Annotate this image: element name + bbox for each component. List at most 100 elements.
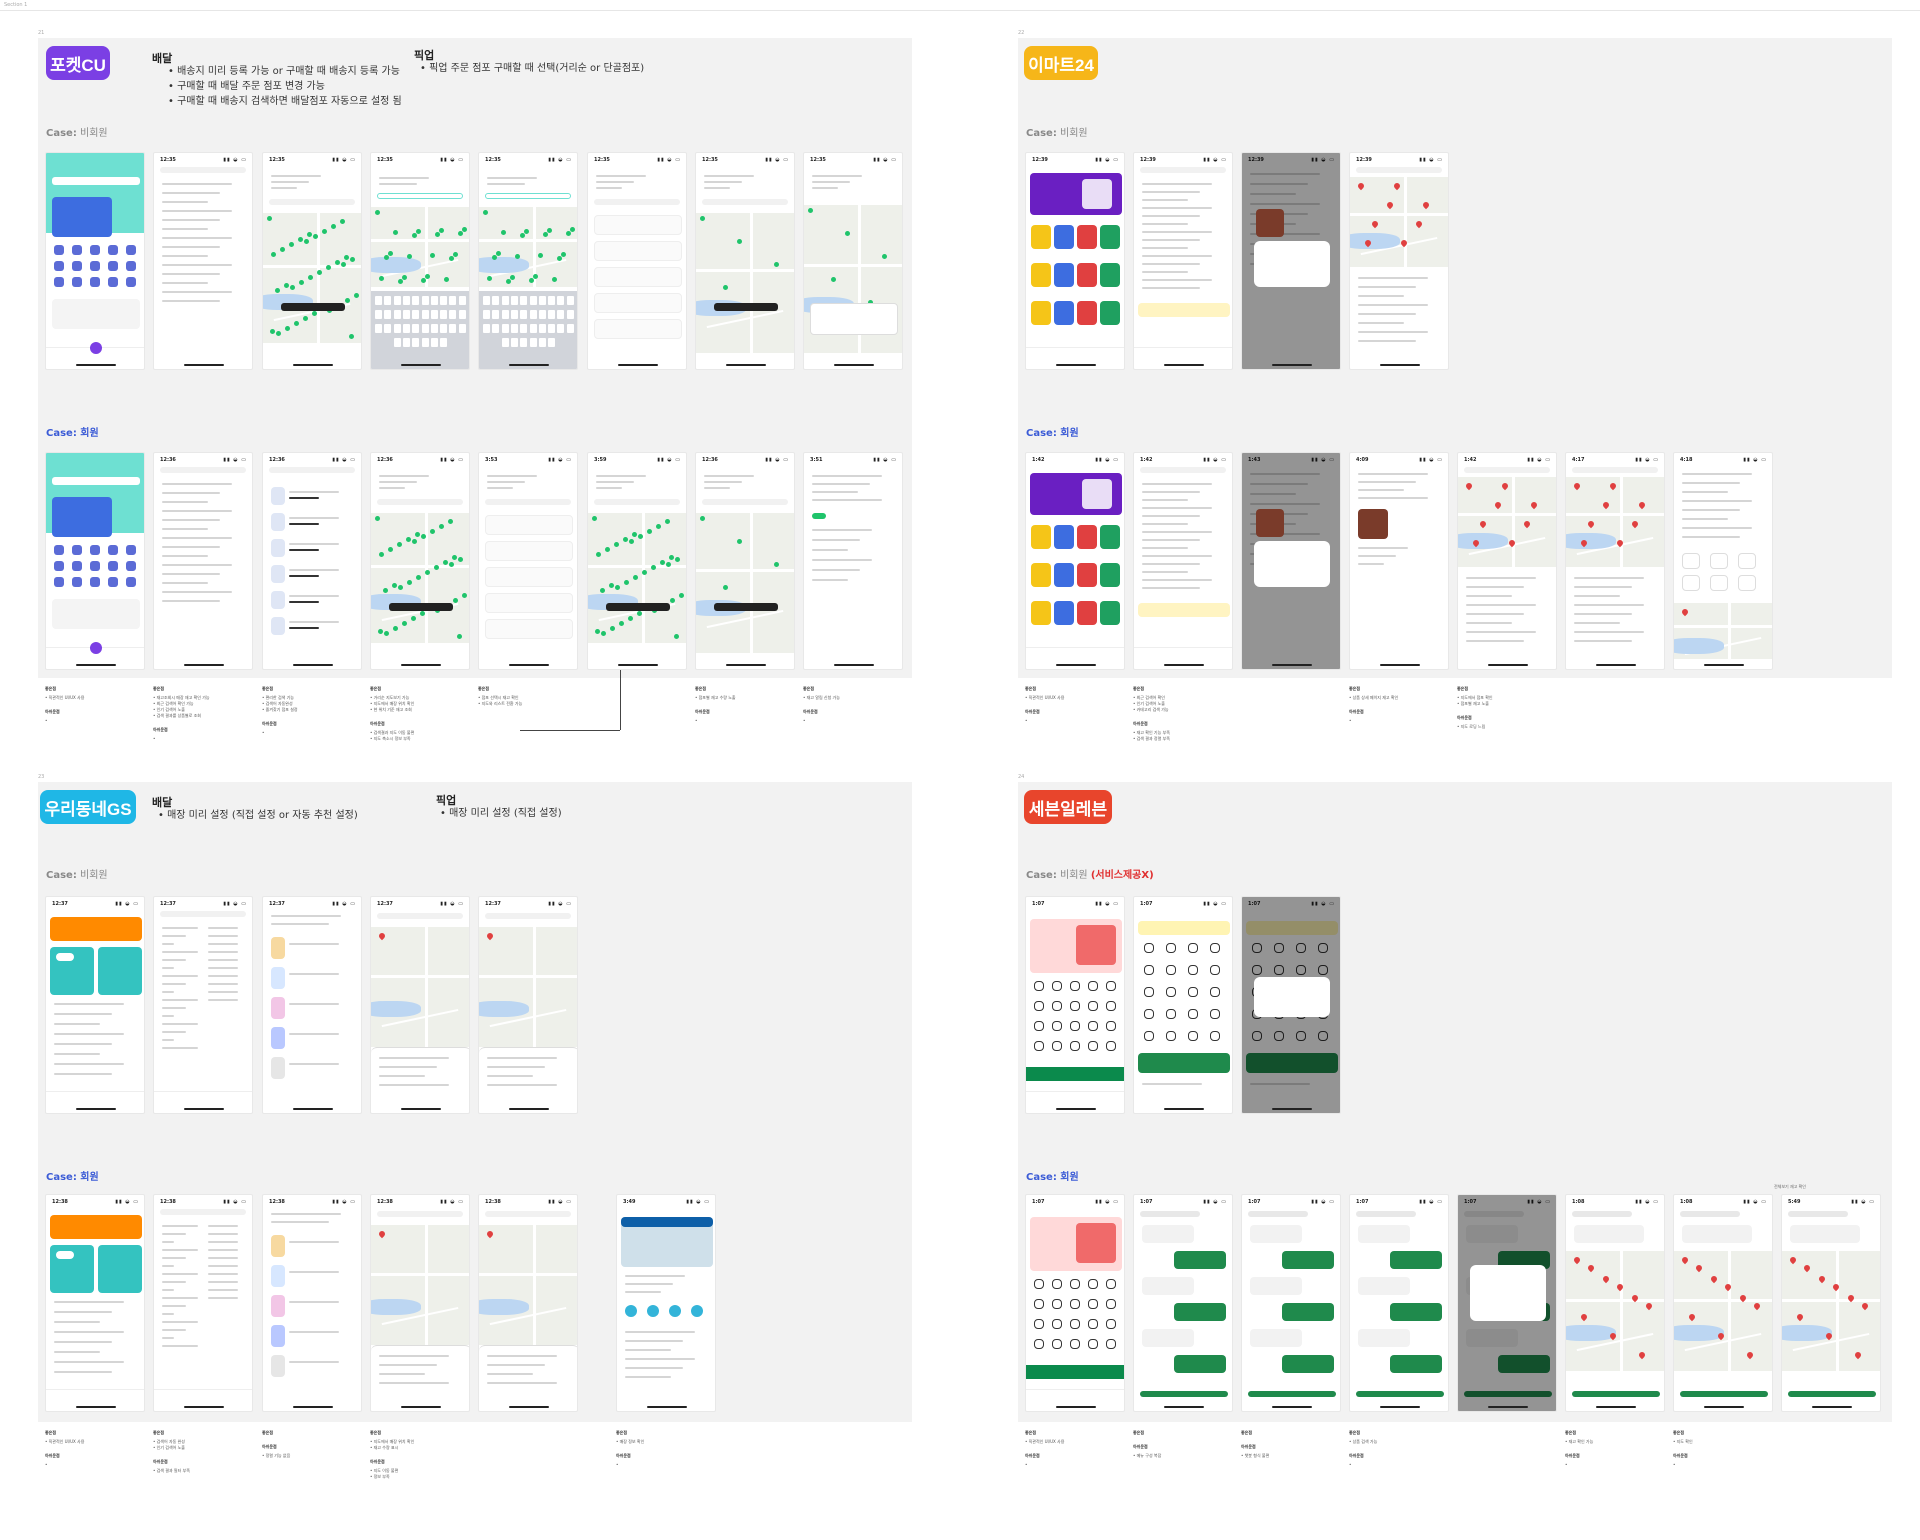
home-indicator: [1164, 664, 1204, 666]
status-time: 4:17: [1572, 457, 1585, 463]
map-road: [1511, 477, 1515, 567]
menu-icon: [108, 261, 118, 271]
text-line: [812, 491, 858, 493]
store-marker: [298, 237, 303, 242]
product-thumb: [271, 1265, 285, 1287]
home-indicator: [293, 664, 333, 666]
location-pin: [1608, 481, 1618, 491]
store-marker: [552, 277, 557, 282]
keyboard-key: [492, 310, 500, 319]
text-line: [1142, 483, 1212, 485]
notes-line: •: [262, 730, 265, 735]
store-marker: [407, 254, 412, 259]
status-icons: ▮▮ ◒ ▭: [223, 901, 247, 907]
text-line: [1142, 579, 1212, 581]
location-pin: [1680, 1255, 1690, 1265]
keyboard-key: [412, 324, 420, 333]
phone-screen: 12:35 ▮▮ ◒ ▭: [370, 152, 470, 370]
text-line: [54, 1341, 112, 1343]
chat-bubble: [1358, 1277, 1410, 1295]
store-marker: [737, 539, 742, 544]
text-line: [812, 529, 872, 531]
map-road: [424, 513, 428, 643]
store-marker: [449, 562, 454, 567]
chat-bubble: [1250, 1277, 1302, 1295]
text-line: [1682, 482, 1740, 484]
text-line: [379, 183, 417, 185]
store-marker: [566, 231, 571, 236]
map-view: [1350, 177, 1448, 267]
text-line: [54, 1033, 124, 1035]
store-marker: [674, 634, 679, 639]
status-icons: ▮▮ ◒ ▭: [873, 457, 897, 463]
text-line: [1682, 500, 1752, 502]
store-marker: [700, 516, 705, 521]
store-marker: [379, 276, 384, 281]
home-indicator: [1164, 1108, 1204, 1110]
phone-screen: 12:38 ▮▮ ◒ ▭: [153, 1194, 253, 1412]
store-marker: [638, 534, 643, 539]
store-card: [485, 515, 573, 535]
map-river: [371, 1001, 421, 1018]
store-marker: [448, 519, 453, 524]
delivery-list: 매장 미리 설정 (직접 설정 or 자동 추천 설정): [158, 808, 358, 823]
text-line: [625, 1291, 661, 1293]
menu-icon: [72, 277, 82, 287]
text-line: [1142, 231, 1212, 233]
frame-label: Section 1: [4, 2, 28, 8]
menu-icon: [1070, 1339, 1080, 1349]
phone-screen: 1:42 ▮▮ ◒ ▭: [1025, 452, 1125, 670]
review-notes: 좋은점 • 직관적인 UI/UX 사용 아쉬운점 •: [45, 686, 141, 724]
product-thumb: [271, 1295, 285, 1317]
brand-badge-cu: 포켓CU: [46, 46, 110, 80]
text-line: [54, 1321, 100, 1323]
keyboard-key: [440, 338, 448, 347]
text-line: [1358, 295, 1404, 297]
phone-screen: 12:37 ▮▮ ◒ ▭: [478, 896, 578, 1114]
status-icons: ▮▮ ◒ ▭: [548, 901, 572, 907]
map-view: [1782, 1251, 1880, 1371]
notes-line: • 메뉴 구성 복잡: [1133, 1453, 1162, 1458]
store-marker: [384, 255, 389, 260]
text-line: [1358, 555, 1396, 557]
home-indicator: [1596, 664, 1636, 666]
keyboard-key: [412, 310, 420, 319]
store-marker: [592, 516, 597, 521]
text-line: [208, 1225, 238, 1227]
text-line: [1574, 640, 1632, 642]
text-line: [162, 555, 208, 557]
pickup-list: 매장 미리 설정 (직접 설정): [440, 806, 562, 821]
status-time: 1:42: [1140, 457, 1153, 463]
store-sign: [621, 1217, 713, 1227]
text-line: [162, 1273, 198, 1275]
store-marker: [670, 598, 675, 603]
home-indicator: [1164, 1406, 1204, 1408]
text-line: [1358, 547, 1408, 549]
home-indicator: [401, 664, 441, 666]
text-line: [1358, 331, 1428, 333]
case-prefix: Case:: [46, 128, 77, 139]
menu-icon: [126, 577, 136, 587]
text-line: [162, 1015, 174, 1017]
home-indicator: [618, 664, 658, 666]
notes-good-heading: 좋은점: [153, 1430, 165, 1435]
menu-icon: [1166, 1009, 1176, 1019]
nav-center-button: [90, 342, 102, 354]
text-line: [1142, 531, 1212, 533]
text-line: [1358, 277, 1428, 279]
text-line: [1358, 304, 1428, 306]
text-line: [162, 1047, 198, 1049]
text-line: [54, 1351, 100, 1353]
menu-icon: [1144, 1009, 1154, 1019]
notes-bad-heading: 아쉬운점: [803, 709, 818, 714]
status-icons: ▮▮ ◒ ▭: [1419, 157, 1443, 163]
notes-bad-heading: 아쉬운점: [1133, 721, 1148, 726]
store-marker: [619, 621, 624, 626]
chat-bubble: [1790, 1225, 1860, 1243]
location-pin: [1637, 1350, 1647, 1360]
status-time: 4:18: [1680, 457, 1693, 463]
notes-line: • 지도 로딩 느림: [1457, 724, 1486, 729]
text-line: [162, 1313, 174, 1315]
text-line: [812, 549, 848, 551]
text-line: [1142, 191, 1200, 193]
